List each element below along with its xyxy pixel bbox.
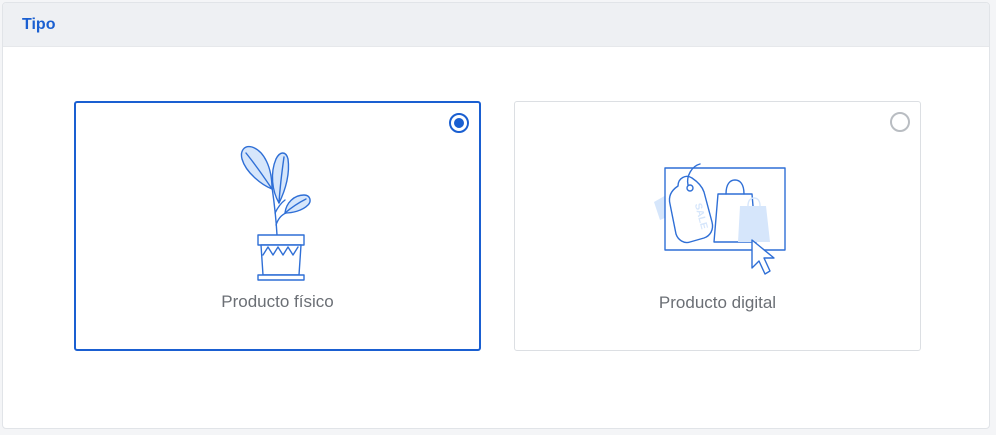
online-shopping-icon: SALE	[648, 158, 788, 289]
radio-digital-product[interactable]	[890, 112, 910, 132]
option-label-digital: Producto digital	[658, 293, 777, 312]
panel-header: Tipo	[3, 3, 989, 47]
panel-title: Tipo	[22, 15, 56, 33]
product-type-panel: Tipo Producto físico SALE Producto digit…	[2, 2, 990, 429]
potted-plant-icon	[228, 129, 328, 294]
option-label-physical: Producto físico	[221, 292, 334, 311]
option-physical-product[interactable]: Producto físico	[74, 101, 481, 351]
option-digital-product[interactable]: SALE Producto digital	[514, 101, 921, 351]
radio-physical-product[interactable]	[449, 113, 469, 133]
